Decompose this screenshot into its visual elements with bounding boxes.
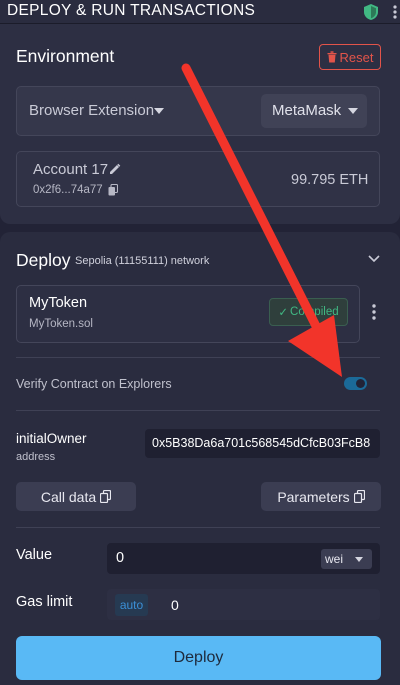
chevron-down-icon — [355, 557, 363, 562]
chevron-down-icon — [348, 108, 358, 114]
gas-auto-toggle[interactable]: auto — [115, 594, 148, 616]
initial-owner-input[interactable]: 0x5B38Da6a701c568545dCfcB03FcB8 — [145, 429, 380, 458]
plugin-header: DEPLOY & RUN TRANSACTIONS — [0, 0, 400, 24]
copy-icon — [100, 490, 112, 503]
chevron-down-icon[interactable] — [367, 254, 381, 264]
param-type: address — [16, 451, 56, 463]
trash-icon — [327, 51, 337, 63]
environment-title: Environment — [16, 46, 115, 66]
copy-icon — [353, 490, 365, 503]
account-name: Account 17 — [33, 161, 109, 178]
divider — [16, 357, 380, 358]
gas-limit-label: Gas limit — [16, 594, 73, 610]
gas-auto-label: auto — [119, 598, 144, 612]
pencil-icon[interactable] — [109, 163, 121, 175]
reset-label: Reset — [339, 49, 374, 65]
call-data-label: Call data — [40, 488, 97, 505]
account-balance: 99.795 ETH — [291, 172, 369, 188]
value-amount: 0 — [116, 550, 125, 566]
reset-button[interactable]: Reset — [319, 44, 381, 70]
initial-owner-value: 0x5B38Da6a701c568545dCfcB03FcB8 — [152, 436, 371, 450]
account-address: 0x2f6...74a77 — [33, 184, 103, 196]
chevron-down-icon — [154, 108, 164, 114]
param-name: initialOwner — [16, 431, 87, 446]
wallet-select-value: MetaMask — [272, 102, 342, 119]
shield-icon[interactable] — [364, 4, 378, 20]
deploy-button-label: Deploy — [173, 649, 224, 666]
call-data-button[interactable]: Call data — [16, 482, 136, 511]
plugin-title: DEPLOY & RUN TRANSACTIONS — [7, 2, 256, 19]
deploy-button[interactable]: Deploy — [16, 636, 381, 680]
provider-select-value[interactable]: Browser Extension — [29, 102, 154, 119]
parameters-label: Parameters — [277, 488, 350, 505]
copy-icon[interactable] — [108, 184, 118, 196]
deploy-title: Deploy — [16, 250, 71, 270]
unit-select-value: wei — [325, 552, 344, 566]
divider — [16, 410, 380, 411]
parameters-button[interactable]: Parameters — [261, 482, 381, 511]
value-label: Value — [16, 547, 53, 563]
compiled-badge: ✓ Compiled — [269, 298, 348, 326]
more-options-icon[interactable] — [370, 303, 378, 321]
gas-limit-value: 0 — [171, 597, 179, 613]
compiled-status: Compiled — [290, 306, 339, 318]
more-icon[interactable] — [388, 4, 400, 20]
contract-name: MyToken — [29, 295, 88, 311]
verify-contract-label: Verify Contract on Explorers — [16, 377, 172, 391]
toggle-knob — [356, 379, 365, 388]
verify-contract-toggle[interactable] — [344, 377, 367, 390]
network-label: Sepolia (11155111) network — [75, 255, 210, 267]
divider — [16, 527, 380, 528]
check-icon: ✓ — [278, 307, 289, 319]
contract-file: MyToken.sol — [29, 318, 93, 330]
